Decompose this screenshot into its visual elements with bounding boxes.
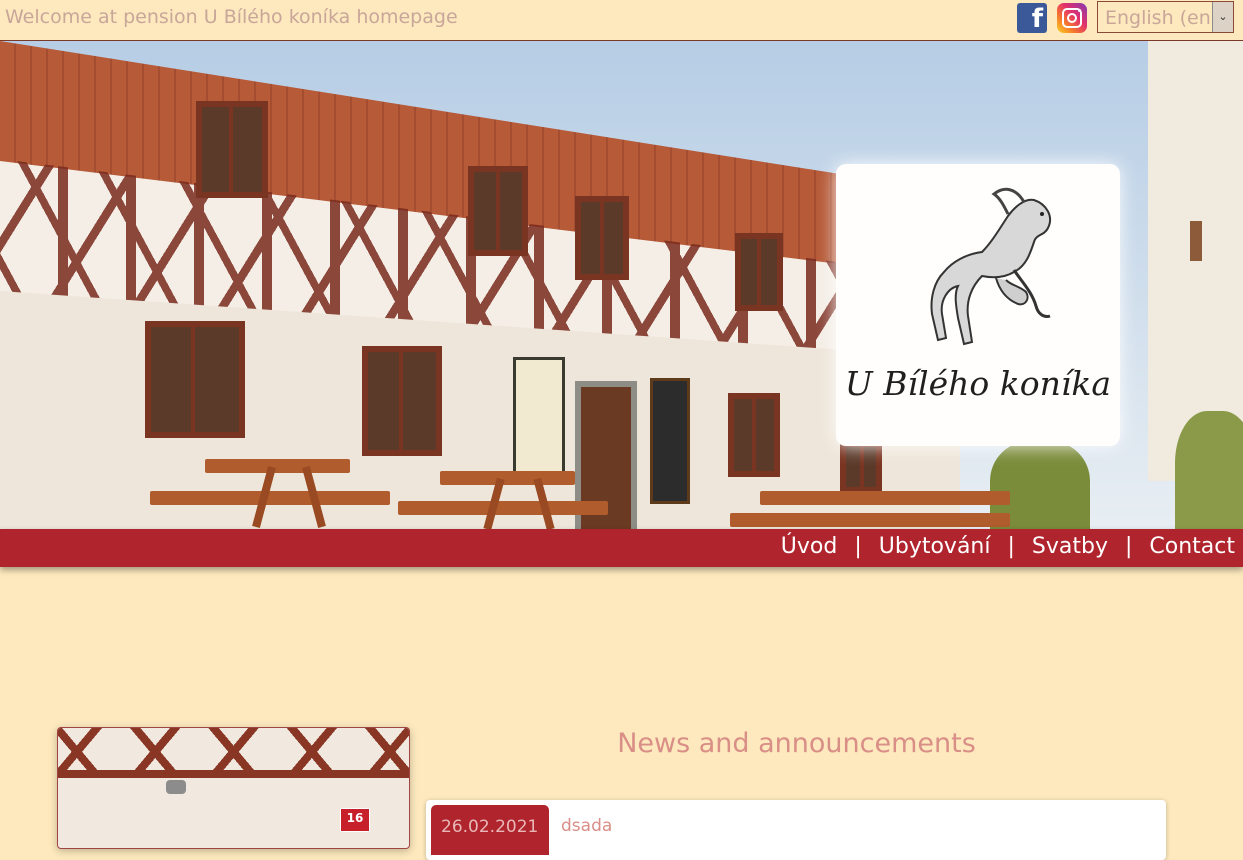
photo-timber-rail: [58, 770, 409, 778]
hero-window: [840, 441, 882, 493]
instagram-lens: [1067, 13, 1077, 23]
hero-shrub: [1175, 411, 1243, 529]
hero-window: [145, 321, 245, 438]
top-bar: Welcome at pension U Bílého koníka homep…: [0, 0, 1243, 41]
hero-window: [196, 101, 268, 198]
hero-window: [362, 346, 442, 456]
news-text: dsada: [561, 816, 613, 836]
horse-logo-icon: [930, 187, 1052, 346]
photo-lamp: [166, 780, 186, 794]
hero-menu-board: [650, 378, 690, 504]
nav-separator: |: [1007, 534, 1015, 559]
instagram-flash-dot: [1078, 9, 1081, 12]
house-photo-card: 16: [57, 727, 410, 849]
nav-separator: |: [1124, 534, 1133, 559]
welcome-text: Welcome at pension U Bílého koníka homep…: [5, 6, 458, 28]
news-date: 26.02.2021: [431, 805, 549, 855]
house-number-plate: 16: [340, 808, 370, 832]
hero-image: U Bílého koníka: [0, 41, 1243, 529]
language-selected-value: English (en): [1105, 7, 1219, 29]
chevron-down-icon[interactable]: ⌄: [1212, 2, 1233, 32]
news-title: News and announcements: [617, 728, 976, 759]
nav-items: Úvod | Ubytování | Svatby | Contact: [781, 534, 1235, 559]
hero-window: [728, 393, 780, 477]
hero-bench: [398, 501, 608, 515]
logo-text: U Bílého koníka: [844, 364, 1112, 403]
nav-item-contact[interactable]: Contact: [1149, 534, 1235, 559]
hero-window: [468, 166, 528, 256]
facebook-icon[interactable]: f: [1017, 3, 1047, 33]
logo-card: U Bílého koníka: [836, 164, 1120, 446]
nav-item-uvod[interactable]: Úvod: [781, 534, 838, 559]
hero-bench: [730, 513, 1010, 527]
hero-bench: [205, 459, 350, 473]
hero-bench: [760, 491, 1010, 505]
main-nav: Úvod | Ubytování | Svatby | Contact: [0, 529, 1243, 567]
nav-item-ubytovani[interactable]: Ubytování: [879, 534, 991, 559]
language-select[interactable]: English (en) ⌄: [1097, 1, 1234, 33]
hero-restaurant-sign: [513, 357, 565, 483]
hero-bench: [440, 471, 575, 485]
nav-item-svatby[interactable]: Svatby: [1032, 534, 1108, 559]
photo-timber-beams: [58, 728, 409, 776]
hero-bench: [150, 491, 390, 505]
nav-separator: |: [854, 534, 862, 559]
hero-window: [735, 233, 783, 311]
hero-window: [575, 196, 629, 280]
hero-tower-window: [1190, 221, 1202, 261]
news-item[interactable]: 26.02.2021 dsada: [426, 800, 1166, 860]
instagram-icon[interactable]: [1057, 3, 1087, 33]
